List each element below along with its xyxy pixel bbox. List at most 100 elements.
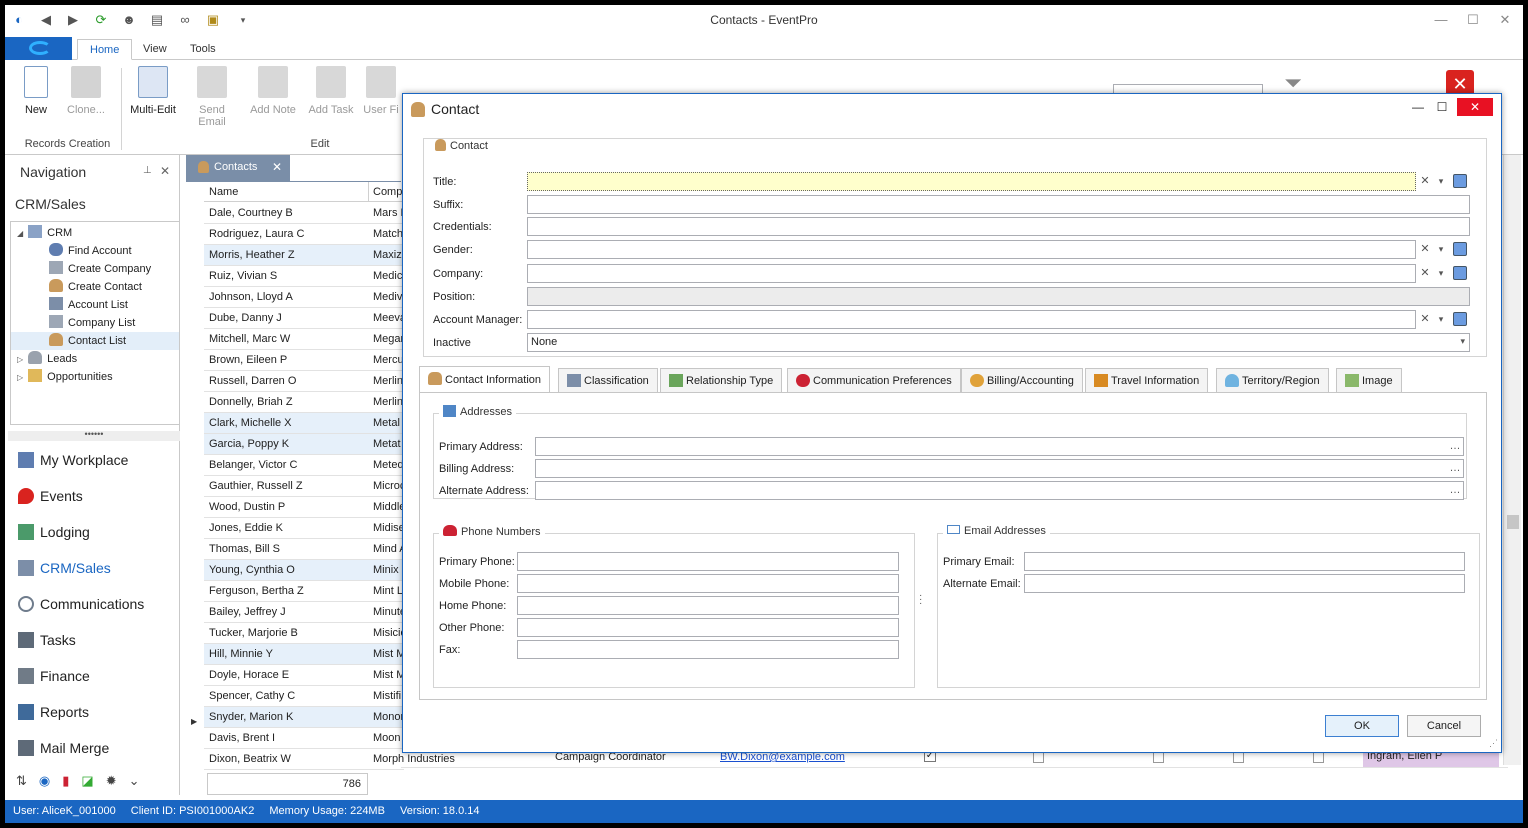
tab-communication-preferences[interactable]: Communication Preferences bbox=[787, 368, 961, 393]
line-chart-icon[interactable]: ◪ bbox=[81, 773, 93, 788]
scrollbar-thumb[interactable] bbox=[1507, 515, 1519, 529]
tree-node-leads[interactable]: ▷ Leads bbox=[11, 350, 179, 368]
lookup-list-icon[interactable] bbox=[1453, 266, 1467, 280]
table-row[interactable]: Dube, Danny J Meeva bbox=[204, 308, 406, 329]
lookup-list-icon[interactable] bbox=[1453, 242, 1467, 256]
table-row[interactable]: Morris, Heather Z Maxiz bbox=[204, 245, 404, 266]
add-note-button[interactable]: Add Note bbox=[247, 66, 299, 116]
table-row[interactable]: Tucker, Marjorie B Misicio bbox=[204, 623, 407, 644]
table-row[interactable]: Hill, Minnie Y Mist M bbox=[204, 644, 405, 665]
tab-territory-region[interactable]: Territory/Region bbox=[1216, 368, 1329, 393]
tree-node-company-list[interactable]: Company List bbox=[11, 314, 179, 332]
splitter-handle[interactable]: · · · bbox=[919, 591, 922, 609]
alternate-address-field[interactable] bbox=[535, 481, 1464, 500]
gender-field[interactable] bbox=[527, 240, 1416, 259]
lookup-list-icon[interactable] bbox=[1453, 312, 1467, 326]
lookup-list-icon[interactable] bbox=[1453, 174, 1467, 188]
cancel-button[interactable]: Cancel bbox=[1407, 715, 1481, 737]
clear-icon[interactable]: ✕ bbox=[1418, 265, 1432, 282]
tab-close-icon[interactable]: ✕ bbox=[272, 155, 282, 179]
tab-tools[interactable]: Tools bbox=[178, 39, 228, 60]
chart-icon[interactable]: ▮ bbox=[62, 773, 69, 788]
ellipsis-icon[interactable]: … bbox=[1447, 482, 1463, 499]
tree-node-find-account[interactable]: Find Account bbox=[11, 242, 179, 260]
table-row[interactable]: Gauthier, Russell Z Microc bbox=[204, 476, 405, 497]
table-row[interactable]: Johnson, Lloyd A Medivi bbox=[204, 287, 405, 308]
minimize-icon[interactable]: — bbox=[1431, 11, 1451, 29]
clone-button[interactable]: Clone... bbox=[60, 66, 112, 116]
home-phone-field[interactable] bbox=[517, 596, 899, 615]
clear-icon[interactable]: ✕ bbox=[1418, 311, 1432, 328]
nav-finance[interactable]: Finance bbox=[18, 662, 178, 690]
table-row[interactable]: Brown, Eileen P Mercu bbox=[204, 350, 404, 371]
chevron-down-icon[interactable]: ▾ bbox=[1434, 241, 1448, 258]
table-row[interactable]: Wood, Dustin P Middle bbox=[204, 497, 405, 518]
fax-field[interactable] bbox=[517, 640, 899, 659]
nav-tasks[interactable]: Tasks bbox=[18, 626, 178, 654]
ok-button[interactable]: OK bbox=[1325, 715, 1399, 737]
nav-close-icon[interactable]: ✕ bbox=[160, 164, 170, 178]
table-row[interactable]: Spencer, Cathy C Mistifi bbox=[204, 686, 404, 707]
table-row[interactable]: Clark, Michelle X Metal bbox=[204, 413, 404, 434]
tab-travel-information[interactable]: Travel Information bbox=[1085, 368, 1209, 393]
dialog-close-icon[interactable]: ✕ bbox=[1457, 98, 1493, 116]
primary-address-field[interactable] bbox=[535, 437, 1464, 456]
table-row[interactable]: Young, Cynthia O Minix I bbox=[204, 560, 405, 581]
credentials-field[interactable] bbox=[527, 217, 1470, 236]
checkbox[interactable] bbox=[1033, 752, 1044, 763]
tab-home[interactable]: Home bbox=[77, 39, 133, 60]
checkbox[interactable] bbox=[1313, 752, 1324, 763]
ellipsis-icon[interactable]: … bbox=[1447, 438, 1463, 455]
close-icon[interactable]: ✕ bbox=[1495, 11, 1515, 29]
company-field[interactable] bbox=[527, 264, 1416, 283]
pin-icon[interactable]: ⊥ bbox=[143, 165, 152, 176]
table-row[interactable]: Ferguson, Bertha Z Mint L bbox=[204, 581, 404, 602]
table-row[interactable]: Dixon, Beatrix W Morph Industries bbox=[204, 749, 455, 770]
tab-contact-information[interactable]: Contact Information bbox=[419, 366, 550, 392]
table-row[interactable]: Jones, Eddie K Midise bbox=[204, 518, 405, 539]
table-row[interactable]: Davis, Brent I Moon bbox=[204, 728, 404, 749]
chevron-down-icon[interactable]: ▾ bbox=[1434, 265, 1448, 282]
table-row[interactable]: Thomas, Bill S Mind A bbox=[204, 539, 407, 560]
table-row[interactable]: Rodriguez, Laura C Match bbox=[204, 224, 404, 245]
user-fields-button[interactable]: User Fi bbox=[361, 66, 401, 116]
table-row[interactable]: Garcia, Poppy K Metat bbox=[204, 434, 404, 455]
sort-icon[interactable]: ⇅ bbox=[16, 773, 27, 788]
table-row[interactable]: Ruiz, Vivian S Medica bbox=[204, 266, 408, 287]
grid-vertical-scrollbar[interactable] bbox=[1503, 155, 1521, 765]
nav-my-workplace[interactable]: My Workplace bbox=[18, 446, 178, 474]
ellipsis-icon[interactable]: … bbox=[1447, 460, 1463, 477]
tab-classification[interactable]: Classification bbox=[558, 368, 658, 393]
tree-node-create-company[interactable]: Create Company bbox=[11, 260, 179, 278]
tab-relationship-type[interactable]: Relationship Type bbox=[660, 368, 783, 393]
table-row[interactable]: Snyder, Marion K Monor bbox=[204, 707, 404, 728]
tab-image[interactable]: Image bbox=[1336, 368, 1402, 393]
other-phone-field[interactable] bbox=[517, 618, 899, 637]
title-field[interactable] bbox=[527, 172, 1416, 191]
add-task-button[interactable]: Add Task bbox=[305, 66, 357, 116]
tab-billing-accounting[interactable]: Billing/Accounting bbox=[961, 368, 1083, 393]
globe-icon[interactable]: ◉ bbox=[39, 773, 50, 788]
maximize-icon[interactable]: ☐ bbox=[1463, 11, 1483, 29]
table-row[interactable]: Dale, Courtney B Mars M bbox=[204, 203, 410, 224]
clear-icon[interactable]: ✕ bbox=[1418, 241, 1432, 258]
primary-phone-field[interactable] bbox=[517, 552, 899, 571]
billing-address-field[interactable] bbox=[535, 459, 1464, 478]
tree-node-contact-list[interactable]: Contact List bbox=[11, 332, 179, 350]
table-row[interactable]: Doyle, Horace E Mist M bbox=[204, 665, 405, 686]
application-button[interactable] bbox=[5, 37, 72, 60]
tree-node-opportunities[interactable]: ▷ Opportunities bbox=[11, 368, 179, 386]
send-email-button[interactable]: Send Email bbox=[186, 66, 238, 128]
table-row[interactable]: Donnelly, Briah Z Merlin bbox=[204, 392, 404, 413]
nav-lodging[interactable]: Lodging bbox=[18, 518, 178, 546]
settings-icon[interactable]: ✹ bbox=[106, 773, 117, 788]
mobile-phone-field[interactable] bbox=[517, 574, 899, 593]
chevron-down-icon[interactable]: ▾ bbox=[1434, 173, 1448, 190]
dialog-maximize-icon[interactable]: ☐ bbox=[1431, 98, 1453, 116]
column-name[interactable]: Name bbox=[209, 186, 238, 198]
suffix-field[interactable] bbox=[527, 195, 1470, 214]
checkbox[interactable] bbox=[1233, 752, 1244, 763]
table-row[interactable]: Mitchell, Marc W Megan bbox=[204, 329, 407, 350]
inactive-select[interactable]: None ▾ bbox=[527, 333, 1470, 352]
multi-edit-button[interactable]: Multi-Edit bbox=[127, 66, 179, 116]
